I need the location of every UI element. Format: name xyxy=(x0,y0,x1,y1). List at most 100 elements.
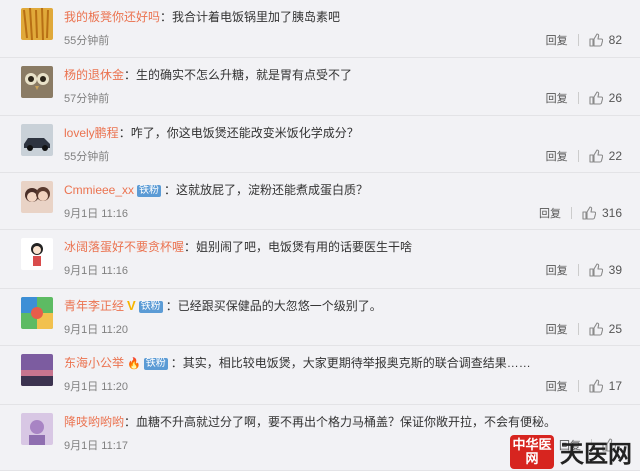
comment-actions: 回复 17 xyxy=(546,378,622,394)
like-count: 82 xyxy=(608,33,622,47)
watermark-logo: 中华医网 xyxy=(510,434,554,469)
username-link[interactable]: 青年李正经 xyxy=(64,299,124,313)
comment-actions: 回复 22 xyxy=(546,148,622,164)
like-count: 316 xyxy=(601,206,622,220)
like-button[interactable]: 26 xyxy=(589,91,622,105)
comment-line: 青年李正经 V 铁粉 ：已经跟买保健品的大忽悠一个级别了。 xyxy=(64,298,382,314)
comment-line: 降吱哟哟哟：血糖不升高就过分了啊，要不再出个格力马桶盖？保证你敞开拉，不会有便秘… xyxy=(64,414,556,430)
reply-button[interactable]: 回复 xyxy=(546,378,568,394)
username-link[interactable]: 我的板凳你还好吗 xyxy=(64,10,160,24)
comment-actions: 回复 26 xyxy=(546,90,622,106)
fan-badge: 铁粉 xyxy=(143,358,168,370)
action-divider xyxy=(577,380,579,392)
colon-separator: ： xyxy=(165,299,178,313)
comment-list: 我的板凳你还好吗：我合计着电饭锅里加了胰岛素吧 55分钟前 回复 82 杨的退休金：生的… xyxy=(0,0,640,471)
colon-separator: ： xyxy=(160,10,173,24)
comment-line: 我的板凳你还好吗：我合计着电饭锅里加了胰岛素吧 xyxy=(64,9,340,25)
colon-separator: ： xyxy=(184,240,197,254)
username-link[interactable]: 杨的退休金 xyxy=(64,68,124,82)
comment-time: 9月1日 11:16 xyxy=(64,208,129,220)
reply-button[interactable]: 回复 xyxy=(539,205,561,221)
action-divider xyxy=(577,323,579,335)
comment-row: 冰阔落蛋好不要贪杯喔：姐别闹了吧，电饭煲有用的话要医生干啥 9月1日 11:16 回… xyxy=(0,230,640,289)
action-divider xyxy=(577,34,579,46)
comment-line: 东海小公举 🔥 铁粉 ：其实，相比较电饭煲，大家更期待举报奥克斯的联合调查结果…… xyxy=(64,355,531,372)
verified-badge-icon: V xyxy=(127,298,136,313)
thumbs-up-icon xyxy=(589,149,609,163)
thumbs-up-icon xyxy=(589,33,609,47)
like-button[interactable]: 17 xyxy=(589,379,622,393)
reply-button[interactable]: 回复 xyxy=(546,90,568,106)
reply-button[interactable]: 回复 xyxy=(546,321,568,337)
like-count: 26 xyxy=(608,91,622,105)
like-count: 17 xyxy=(608,379,622,393)
like-button[interactable]: 82 xyxy=(589,33,622,47)
username-link[interactable]: 降吱哟哟哟 xyxy=(64,415,124,429)
comment-time: 55分钟前 xyxy=(64,151,110,163)
comment-text: 我合计着电饭锅里加了胰岛素吧 xyxy=(172,10,341,24)
fan-badge: 铁粉 xyxy=(138,301,163,313)
comment-time: 9月1日 11:17 xyxy=(64,440,129,452)
like-count: 25 xyxy=(608,322,622,336)
comment-text: 咋了，你这电饭煲还能改变米饭化学成分？ xyxy=(130,126,359,140)
reply-button[interactable]: 回复 xyxy=(546,32,568,48)
avatar[interactable] xyxy=(21,124,53,156)
thumbs-up-icon xyxy=(589,322,609,336)
comment-time: 55分钟前 xyxy=(64,35,110,47)
flame-icon: 🔥 xyxy=(127,358,141,370)
like-button[interactable]: 25 xyxy=(589,322,622,336)
avatar[interactable] xyxy=(21,238,53,270)
comment-line: lovely鹏程：咋了，你这电饭煲还能改变米饭化学成分？ xyxy=(64,125,359,141)
fan-badge: 铁粉 xyxy=(137,185,162,197)
comment-time: 9月1日 11:20 xyxy=(64,381,129,393)
like-count: 39 xyxy=(608,263,622,277)
username-link[interactable]: Cmmieee_xx xyxy=(64,183,134,197)
comment-row: 我的板凳你还好吗：我合计着电饭锅里加了胰岛素吧 55分钟前 回复 82 xyxy=(0,0,640,58)
colon-separator: ： xyxy=(124,415,137,429)
thumbs-up-icon xyxy=(582,206,602,220)
thumbs-up-icon xyxy=(589,91,609,105)
like-button[interactable]: 39 xyxy=(589,263,622,277)
action-divider xyxy=(570,207,572,219)
comment-time: 9月1日 11:20 xyxy=(64,324,129,336)
avatar[interactable] xyxy=(21,8,53,40)
comment-actions: 回复 39 xyxy=(546,262,622,278)
reply-button[interactable]: 回复 xyxy=(546,262,568,278)
comment-text: 生的确实不怎么升糖，就是胃有点受不了 xyxy=(136,68,353,82)
thumbs-up-icon xyxy=(589,379,609,393)
comment-line: Cmmieee_xx 铁粉 ：这就放屁了，淀粉还能煮成蛋白质？ xyxy=(64,182,368,198)
username-link[interactable]: 冰阔落蛋好不要贪杯喔 xyxy=(64,240,184,254)
comment-text: 其实，相比较电饭煲，大家更期待举报奥克斯的联合调查结果…… xyxy=(182,356,531,370)
username-link[interactable]: 东海小公举 xyxy=(64,356,124,370)
avatar[interactable] xyxy=(21,354,53,386)
like-button[interactable]: 22 xyxy=(589,149,622,163)
comment-text: 姐别闹了吧，电饭煲有用的话要医生干啥 xyxy=(196,240,413,254)
site-watermark: 中华医网 天医网 xyxy=(510,434,632,469)
like-count: 22 xyxy=(608,149,622,163)
colon-separator: ： xyxy=(170,356,183,370)
avatar[interactable] xyxy=(21,297,53,329)
comment-row: lovely鹏程：咋了，你这电饭煲还能改变米饭化学成分？ 55分钟前 回复 22 xyxy=(0,116,640,173)
comment-actions: 回复 82 xyxy=(546,32,622,48)
thumbs-up-icon xyxy=(589,263,609,277)
avatar[interactable] xyxy=(21,181,53,213)
avatar[interactable] xyxy=(21,66,53,98)
reply-button[interactable]: 回复 xyxy=(546,148,568,164)
comment-time: 9月1日 11:16 xyxy=(64,265,129,277)
comment-row: 青年李正经 V 铁粉 ：已经跟买保健品的大忽悠一个级别了。 9月1日 11:20 回复 25 xyxy=(0,289,640,346)
comment-text: 已经跟买保健品的大忽悠一个级别了。 xyxy=(177,299,382,313)
comment-row: Cmmieee_xx 铁粉 ：这就放屁了，淀粉还能煮成蛋白质？ 9月1日 11:16 回… xyxy=(0,173,640,230)
avatar[interactable] xyxy=(21,413,53,445)
colon-separator: ： xyxy=(118,126,131,140)
comment-text: 这就放屁了，淀粉还能煮成蛋白质？ xyxy=(176,183,369,197)
action-divider xyxy=(577,264,579,276)
colon-separator: ： xyxy=(164,183,177,197)
action-divider xyxy=(577,150,579,162)
colon-separator: ： xyxy=(124,68,137,82)
comment-line: 冰阔落蛋好不要贪杯喔：姐别闹了吧，电饭煲有用的话要医生干啥 xyxy=(64,239,412,255)
like-button[interactable]: 316 xyxy=(582,206,622,220)
comment-actions: 回复 25 xyxy=(546,321,622,337)
username-link[interactable]: lovely鹏程 xyxy=(64,126,119,140)
comment-text: 血糖不升高就过分了啊，要不再出个格力马桶盖？保证你敞开拉，不会有便秘。 xyxy=(136,415,557,429)
action-divider xyxy=(577,92,579,104)
